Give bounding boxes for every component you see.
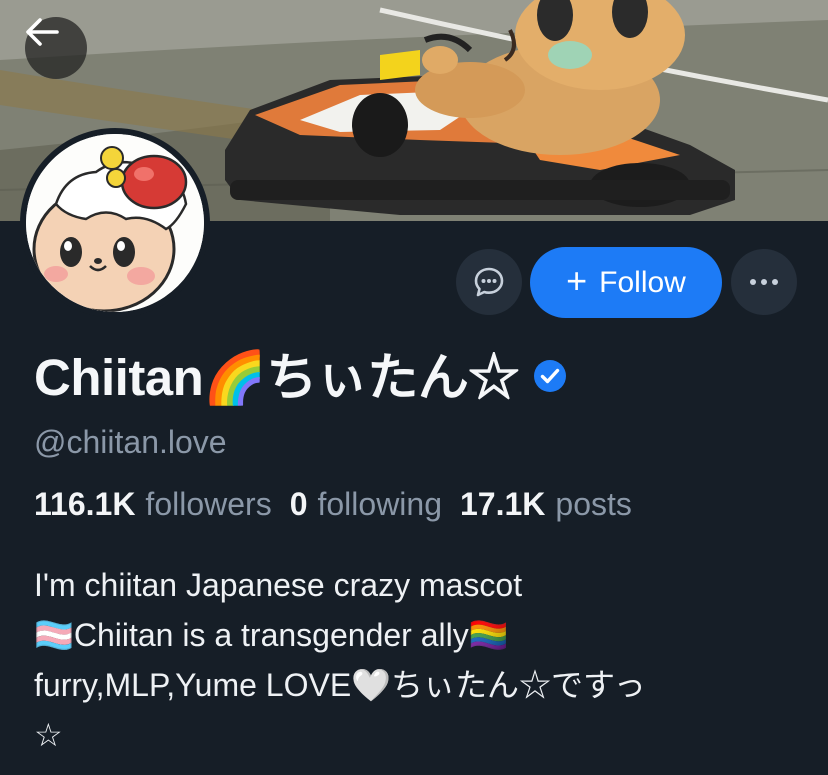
follow-button[interactable]: + Follow: [530, 247, 722, 318]
followers-stat[interactable]: 116.1K followers: [34, 486, 290, 522]
profile-stats: 116.1K followers 0 following 17.1K posts: [34, 486, 650, 523]
profile-name-row: Chiitan🌈ちぃたん☆: [34, 338, 567, 408]
bio-line: 🏳️‍⚧️Chiitan is a transgender ally🏳️‍🌈: [34, 617, 509, 653]
following-count: 0: [289, 486, 308, 522]
followers-label: followers: [145, 486, 272, 522]
avatar[interactable]: [20, 128, 210, 318]
arrow-left-icon: [26, 18, 59, 46]
display-name: Chiitan🌈ちぃたん☆: [34, 349, 519, 406]
posts-label: posts: [555, 486, 632, 522]
posts-stat: 17.1K posts: [460, 486, 650, 522]
chat-bubble-icon: [474, 267, 504, 297]
plus-icon: +: [566, 260, 588, 301]
message-button[interactable]: [456, 249, 522, 315]
profile-bio: I'm chiitan Japanese crazy mascot 🏳️‍⚧️C…: [34, 560, 814, 760]
back-button[interactable]: [25, 17, 87, 79]
avatar-image: [26, 134, 204, 312]
bio-line: I'm chiitan Japanese crazy mascot: [34, 567, 523, 603]
bio-line: furry,MLP,Yume LOVE🤍ちぃたん☆ですっ: [34, 667, 646, 703]
following-label: following: [317, 486, 442, 522]
posts-count: 17.1K: [460, 486, 546, 522]
followers-count: 116.1K: [34, 486, 136, 522]
more-options-button[interactable]: [731, 249, 797, 315]
verified-badge-icon[interactable]: [533, 359, 567, 393]
profile-handle: @chiitan.love: [34, 424, 227, 460]
ellipsis-icon: [750, 279, 778, 285]
following-stat[interactable]: 0 following: [290, 486, 460, 522]
follow-label: Follow: [599, 265, 686, 299]
bio-line: ☆: [34, 717, 63, 753]
